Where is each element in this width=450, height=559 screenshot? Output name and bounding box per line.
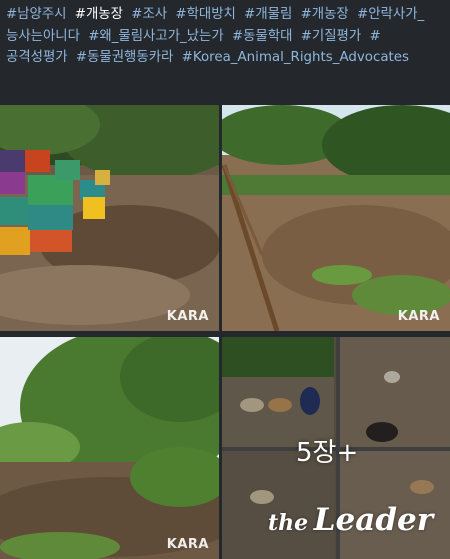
photo-1-watermark: KARA	[166, 309, 209, 324]
photo-3-image	[0, 337, 219, 559]
post-hashtags: #남양주시 #개농장 #조사 #학대방치 #개물림 #개농장 #안락사가_능사는…	[6, 4, 444, 69]
hashtag-link[interactable]: #개농장	[301, 7, 349, 22]
hashtag-link[interactable]: #학대방치	[175, 7, 236, 22]
hashtag-link[interactable]: #개농장	[75, 7, 123, 22]
hashtag-link[interactable]: #동물권행동카라	[76, 50, 173, 65]
brand-name: Leader	[313, 502, 434, 538]
photo-3-watermark: KARA	[166, 537, 209, 552]
hashtag-link[interactable]: #남양주시	[6, 7, 67, 22]
photo-2[interactable]: KARA	[222, 105, 450, 331]
photo-2-watermark: KARA	[397, 309, 440, 324]
photo-3[interactable]: KARA	[0, 337, 219, 559]
photo-2-image	[222, 105, 450, 331]
photo-1[interactable]: KARA	[0, 105, 219, 331]
hashtag-link[interactable]: #왜_물림사고가_났는가	[88, 29, 223, 44]
brand-the: the	[268, 510, 309, 536]
more-photos-label[interactable]: 5장+	[296, 432, 358, 469]
photo-1-image	[0, 105, 219, 331]
hashtag-link[interactable]: #동물학대	[232, 29, 293, 44]
hashtag-link[interactable]: #Korea_Animal_Rights_Advocates	[182, 50, 409, 65]
brand-logo: the Leader	[268, 502, 433, 538]
hashtag-link[interactable]: #개물림	[244, 7, 292, 22]
hashtag-link[interactable]: #조사	[131, 7, 167, 22]
hashtag-link[interactable]: #기질평가	[301, 29, 362, 44]
